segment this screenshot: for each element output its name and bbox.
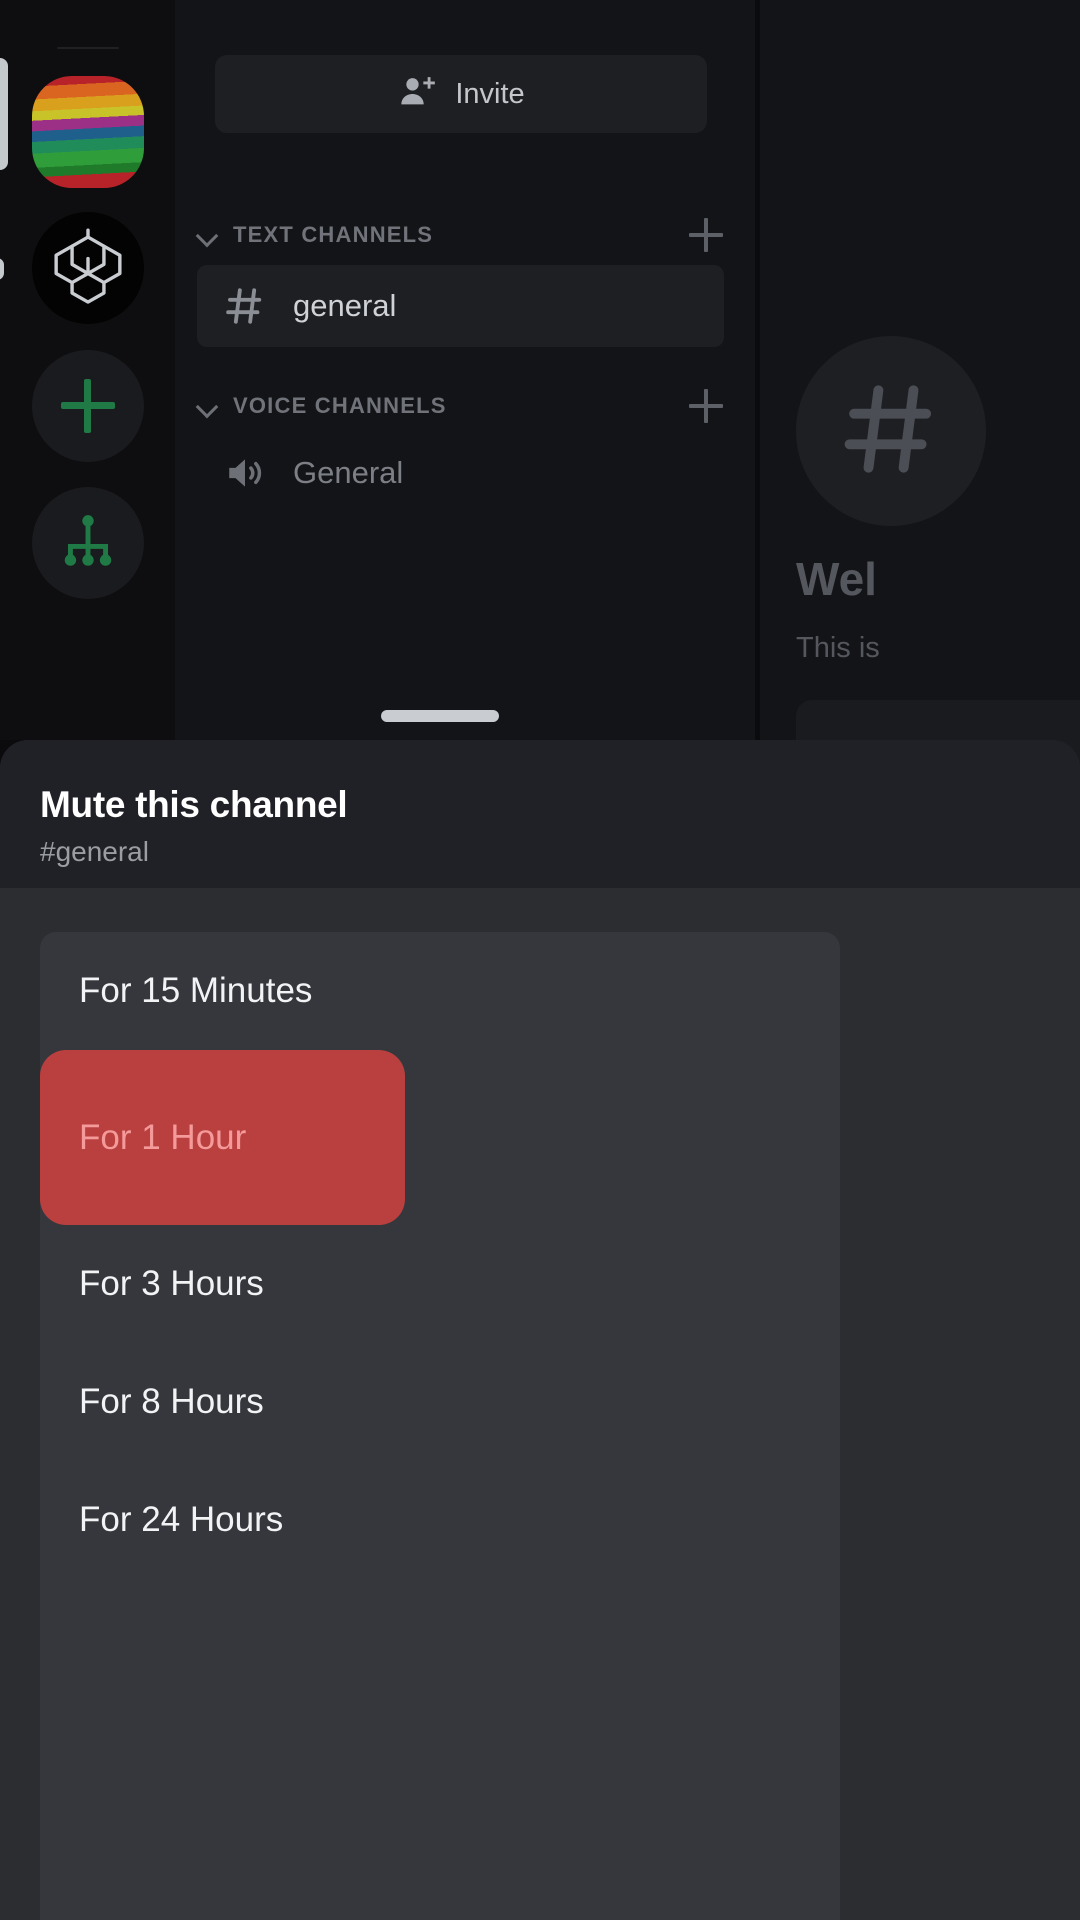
hash-icon: [219, 284, 271, 328]
discord-mobile-screen: Invite TEXT CHANNELS general VOICE CHANN…: [0, 0, 1080, 1920]
add-voice-channel-button[interactable]: [689, 389, 723, 423]
active-server-indicator: [0, 58, 8, 170]
sheet-title: Mute this channel: [40, 784, 348, 825]
mute-option-1-hour[interactable]: For 1 Hour: [40, 1050, 405, 1225]
add-server-button[interactable]: [32, 350, 144, 462]
channel-name: General: [293, 455, 404, 490]
channel-name: general: [293, 288, 397, 323]
drag-handle[interactable]: [381, 710, 499, 722]
mute-option-8-hours[interactable]: For 8 Hours: [40, 1343, 840, 1461]
compass-explore-icon: [57, 510, 119, 577]
channel-welcome-heading: Wel: [796, 553, 877, 605]
category-label-text: TEXT CHANNELS: [233, 222, 434, 247]
channel-welcome-subtext: This is: [796, 632, 880, 664]
category-voice-channels[interactable]: VOICE CHANNELS: [190, 386, 735, 426]
mute-option-label: For 1 Hour: [79, 1117, 247, 1157]
hash-icon: [837, 375, 945, 488]
server-rail: [0, 0, 175, 740]
chat-area-peek: Wel This is: [760, 0, 1080, 770]
mute-option-3-hours[interactable]: For 3 Hours: [40, 1225, 840, 1343]
server-icon-pride[interactable]: [32, 76, 144, 188]
speaker-icon: [219, 451, 271, 495]
chevron-down-icon: [195, 393, 221, 419]
channel-item-general-voice[interactable]: General: [197, 432, 724, 514]
mute-option-label: For 15 Minutes: [79, 971, 313, 1010]
openai-logo-icon: [49, 227, 127, 310]
server-rail-divider: [57, 47, 119, 49]
category-label-voice: VOICE CHANNELS: [233, 393, 447, 418]
chevron-down-icon: [195, 222, 221, 248]
mute-option-24-hours[interactable]: For 24 Hours: [40, 1461, 840, 1579]
sheet-subtitle: #general: [40, 836, 149, 867]
unread-server-indicator: [0, 258, 4, 280]
channel-intro-hash-badge: [796, 336, 986, 526]
plus-icon: [61, 379, 115, 433]
invite-button[interactable]: Invite: [215, 55, 707, 133]
mute-option-label: For 8 Hours: [79, 1382, 264, 1421]
person-add-icon: [397, 72, 437, 117]
mute-option-15-minutes[interactable]: For 15 Minutes: [40, 932, 840, 1050]
discover-servers-button[interactable]: [32, 487, 144, 599]
sheet-body: For 15 Minutes For 1 Hour For 3 Hours Fo…: [0, 888, 1080, 1920]
mute-channel-bottom-sheet: Mute this channel #general For 15 Minute…: [0, 740, 1080, 1920]
channel-sidebar: Invite TEXT CHANNELS general VOICE CHANN…: [175, 0, 755, 740]
channel-item-general-text[interactable]: general: [197, 265, 724, 347]
mute-option-label: For 3 Hours: [79, 1264, 264, 1303]
invite-label: Invite: [455, 77, 525, 110]
mute-duration-options-card: For 15 Minutes For 1 Hour For 3 Hours Fo…: [40, 932, 840, 1920]
mute-option-label: For 24 Hours: [79, 1500, 284, 1539]
server-icon-openai[interactable]: [32, 212, 144, 324]
category-text-channels[interactable]: TEXT CHANNELS: [190, 215, 735, 255]
add-text-channel-button[interactable]: [689, 218, 723, 252]
sheet-header: Mute this channel #general: [0, 740, 1080, 888]
